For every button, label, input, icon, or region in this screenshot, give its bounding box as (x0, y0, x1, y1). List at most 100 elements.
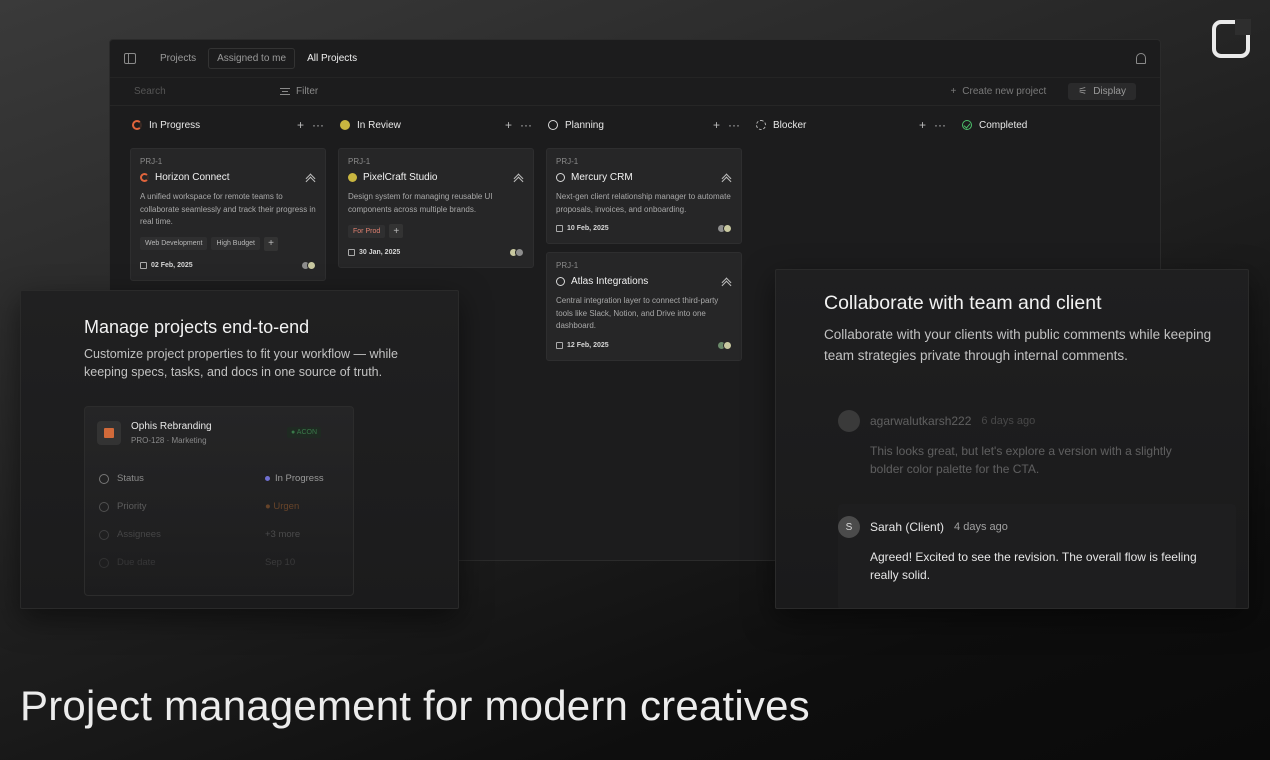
property-value: Sep 10 (265, 557, 296, 568)
card-title: Horizon Connect (155, 172, 230, 183)
assignee-avatars (301, 260, 316, 270)
sliders-icon: ⚟ (1078, 86, 1088, 97)
blocker-icon (756, 120, 766, 130)
project-icon (97, 421, 121, 445)
feature-panel-manage: Manage projects end-to-end Customize pro… (20, 290, 459, 609)
card-id: PRJ-1 (556, 157, 579, 166)
planning-icon (548, 120, 558, 130)
comment-author[interactable]: agarwalutkarsh222 (870, 414, 971, 428)
card-id: PRJ-1 (140, 157, 163, 166)
property-priority[interactable]: Priority ● Urgen (99, 501, 339, 512)
project-title: Ophis Rebranding (131, 421, 212, 432)
tab-assigned-to-me[interactable]: Assigned to me (208, 48, 296, 69)
status-icon (99, 473, 109, 484)
priority-high-icon (514, 173, 524, 183)
panel-heading: Collaborate with team and client (824, 292, 1102, 314)
assignee-avatars (509, 248, 524, 257)
column-header: In Progress + ··· (130, 116, 326, 134)
sidebar-toggle-icon[interactable] (124, 53, 136, 64)
users-icon (99, 529, 109, 540)
property-due-date[interactable]: Due date Sep 10 (99, 557, 339, 568)
tag[interactable]: Web Development (140, 237, 208, 250)
more-icon[interactable]: ··· (312, 118, 324, 132)
comment-text: This looks great, but let's explore a ve… (870, 444, 1172, 476)
more-icon[interactable]: ··· (520, 118, 532, 132)
card-description: Next-gen client relationship manager to … (556, 192, 731, 214)
add-icon[interactable]: + (297, 118, 304, 132)
column-title: Blocker (773, 119, 807, 131)
property-label: Priority (117, 501, 147, 512)
avatar (838, 410, 860, 432)
calendar-icon (556, 341, 563, 349)
in-progress-icon (132, 120, 142, 130)
display-label: Display (1093, 86, 1126, 97)
property-assignees[interactable]: Assignees +3 more (99, 529, 339, 540)
tab-projects[interactable]: Projects (152, 49, 204, 68)
calendar-icon (99, 557, 109, 568)
top-bar: Projects Assigned to me All Projects (110, 40, 1160, 78)
planning-icon (556, 173, 565, 182)
column-title: In Progress (149, 119, 201, 131)
column-header: In Review + ··· (338, 116, 534, 134)
priority-icon (99, 501, 109, 512)
calendar-icon (348, 249, 355, 256)
filter-button[interactable]: Filter (280, 86, 318, 97)
card-id: PRJ-1 (556, 261, 579, 270)
calendar-icon (556, 225, 563, 232)
column-title: Completed (979, 119, 1028, 131)
search-input[interactable]: Search (134, 86, 254, 97)
card-date: 02 Feb, 2025 (151, 261, 193, 269)
card-title: PixelCraft Studio (363, 172, 438, 183)
create-project-label: Create new project (962, 86, 1047, 97)
add-tag-button[interactable]: + (264, 236, 278, 251)
project-card-mercury-crm[interactable]: PRJ-1 Mercury CRM Next-gen client relati… (546, 148, 742, 244)
in-review-icon (340, 120, 350, 130)
property-label: Status (117, 473, 144, 484)
more-icon[interactable]: ··· (728, 118, 740, 132)
more-icon[interactable]: ··· (934, 118, 946, 132)
comment-text: Agreed! Excited to see the revision. The… (870, 550, 1197, 582)
tag[interactable]: High Budget (211, 237, 260, 250)
property-value: +3 more (265, 529, 301, 540)
comment: S Sarah (Client) 4 days ago Agreed! Exci… (838, 516, 1198, 584)
plus-icon: + (950, 86, 957, 97)
comment-time: 4 days ago (954, 521, 1008, 533)
add-icon[interactable]: + (713, 118, 720, 132)
tab-all-projects[interactable]: All Projects (299, 49, 365, 68)
display-button[interactable]: ⚟ Display (1068, 83, 1136, 100)
property-label: Assignees (117, 529, 161, 540)
filter-icon (280, 88, 290, 95)
project-card-pixelcraft-studio[interactable]: PRJ-1 PixelCraft Studio Design system fo… (338, 148, 534, 268)
add-icon[interactable]: + (505, 118, 512, 132)
priority-high-icon (722, 173, 732, 183)
bell-icon[interactable] (1136, 53, 1146, 64)
property-value: In Progress (275, 473, 324, 484)
card-title: Mercury CRM (571, 172, 633, 183)
page-headline: Project management for modern creatives (20, 682, 810, 729)
add-tag-button[interactable]: + (389, 224, 404, 238)
project-card-atlas-integrations[interactable]: PRJ-1 Atlas Integrations Central integra… (546, 252, 742, 361)
create-project-button[interactable]: + Create new project (950, 86, 1046, 97)
card-description: Central integration layer to connect thi… (556, 296, 719, 330)
card-date: 30 Jan, 2025 (359, 249, 401, 256)
avatar: S (838, 516, 860, 538)
card-description: Design system for managing reusable UI c… (348, 192, 493, 214)
add-icon[interactable]: + (919, 118, 926, 132)
planning-icon (556, 277, 565, 286)
feature-panel-collaborate: Collaborate with team and client Collabo… (775, 269, 1249, 609)
comment: agarwalutkarsh222 6 days ago This looks … (838, 410, 1198, 478)
comment-author[interactable]: Sarah (Client) (870, 520, 944, 534)
in-review-icon (348, 173, 357, 182)
column-header: Blocker + ··· (754, 116, 948, 134)
column-header: Completed (960, 116, 1154, 134)
card-id: PRJ-1 (348, 157, 371, 166)
project-card-horizon-connect[interactable]: PRJ-1 Horizon Connect A unified workspac… (130, 148, 326, 281)
filter-label: Filter (296, 86, 319, 97)
tag[interactable]: For Prod (348, 224, 386, 238)
panel-body: Customize project properties to fit your… (84, 347, 399, 379)
property-status[interactable]: Status In Progress (99, 473, 339, 484)
column-header: Planning + ··· (546, 116, 742, 134)
card-title: Atlas Integrations (571, 276, 649, 287)
comment-time: 6 days ago (981, 415, 1036, 427)
project-detail-card[interactable]: Ophis Rebranding PRO-128 · Marketing ● A… (84, 406, 354, 596)
